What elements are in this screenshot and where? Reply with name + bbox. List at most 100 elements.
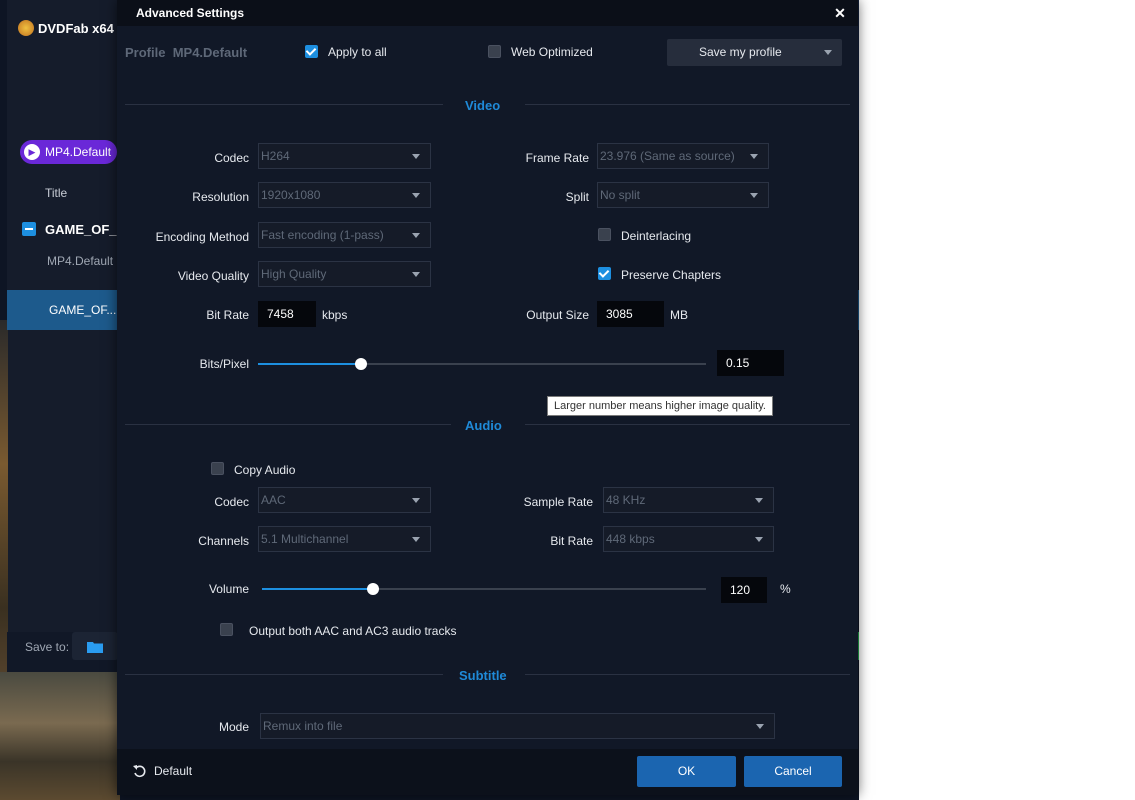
web-optimized-checkbox[interactable] (488, 45, 501, 58)
output-size-unit: MB (670, 308, 688, 322)
app-logo-text: DVDFab x64 1 (38, 20, 125, 36)
chevron-down-icon (824, 50, 832, 55)
subtitle-mode-select[interactable]: Remux into file (260, 713, 775, 739)
video-codec-label: Codec (214, 151, 249, 165)
subtitle-section-title: Subtitle (459, 668, 507, 683)
video-codec-value: H264 (261, 149, 290, 163)
app-side-panel (7, 0, 119, 672)
video-section-divider-right (525, 104, 850, 105)
audio-codec-value: AAC (261, 493, 286, 507)
deinterlacing-checkbox[interactable] (598, 228, 611, 241)
frame-rate-select[interactable]: 23.976 (Same as source) (597, 143, 769, 169)
video-bitrate-unit: kbps (322, 308, 348, 322)
video-section-divider-left (125, 104, 443, 105)
volume-unit: % (780, 582, 791, 596)
default-button[interactable]: Default (132, 764, 192, 778)
resolution-select[interactable]: 1920x1080 (258, 182, 431, 208)
chevron-down-icon (412, 272, 420, 277)
dialog-titlebar[interactable]: Advanced Settings ✕ (117, 0, 858, 26)
close-icon[interactable]: ✕ (832, 5, 848, 21)
app-logo: DVDFab x64 1 (18, 20, 125, 36)
subtitle-section-divider-right (525, 674, 850, 675)
cancel-button[interactable]: Cancel (744, 756, 842, 787)
channels-label: Channels (198, 534, 249, 548)
channels-select[interactable]: 5.1 Multichannel (258, 526, 431, 552)
volume-slider-handle[interactable] (367, 583, 379, 595)
audio-section-divider-left (125, 424, 451, 425)
volume-label: Volume (208, 582, 249, 596)
video-section-title: Video (465, 98, 501, 113)
resolution-value: 1920x1080 (261, 188, 321, 202)
audio-bitrate-value: 448 kbps (606, 532, 655, 546)
save-to-label: Save to: (25, 640, 70, 654)
subtitle-section-divider-left (125, 674, 443, 675)
bits-pixel-slider-handle[interactable] (355, 358, 367, 370)
split-value: No split (600, 188, 641, 202)
collapse-icon[interactable] (22, 222, 36, 236)
bits-pixel-label: Bits/Pixel (199, 357, 249, 371)
sample-rate-label: Sample Rate (523, 495, 593, 509)
copy-audio-label: Copy Audio (234, 463, 296, 477)
split-label: Split (565, 190, 589, 204)
audio-section-title: Audio (465, 418, 502, 433)
audio-codec-label: Codec (214, 495, 249, 509)
chevron-down-icon (750, 193, 758, 198)
output-both-label: Output both AAC and AC3 audio tracks (249, 624, 457, 638)
subtitle-mode-value: Remux into file (263, 719, 343, 733)
reset-icon (133, 765, 146, 778)
sample-rate-select[interactable]: 48 KHz (603, 487, 774, 513)
video-quality-label: Video Quality (177, 269, 249, 283)
profile-chip[interactable]: ▶ MP4.Default (20, 140, 117, 164)
frame-rate-label: Frame Rate (525, 151, 589, 165)
video-codec-select[interactable]: H264 (258, 143, 431, 169)
encoding-method-select[interactable]: Fast encoding (1-pass) (258, 222, 431, 248)
copy-audio-checkbox[interactable] (211, 462, 224, 475)
preserve-chapters-checkbox[interactable] (598, 267, 611, 280)
audio-codec-select[interactable]: AAC (258, 487, 431, 513)
chevron-down-icon (412, 154, 420, 159)
chevron-down-icon (755, 498, 763, 503)
volume-slider[interactable] (262, 583, 706, 595)
frame-rate-value: 23.976 (Same as source) (600, 149, 735, 163)
chevron-down-icon (750, 154, 758, 159)
ok-button[interactable]: OK (637, 756, 736, 787)
video-quality-value: High Quality (261, 267, 327, 281)
video-bitrate-label: Bit Rate (206, 308, 249, 322)
default-button-label: Default (154, 764, 193, 778)
selected-row-label: GAME_OF... (49, 303, 117, 317)
bits-pixel-slider[interactable] (258, 358, 706, 370)
chevron-down-icon (412, 233, 420, 238)
encoding-method-label: Encoding Method (155, 230, 249, 244)
bits-pixel-input[interactable]: 0.15 (717, 350, 784, 376)
split-select[interactable]: No split (597, 182, 769, 208)
profile-name: MP4.Default (172, 45, 248, 60)
folder-button[interactable] (72, 632, 118, 660)
save-profile-dropdown[interactable]: Save my profile (667, 39, 842, 66)
dialog-title: Advanced Settings (136, 6, 245, 20)
resolution-label: Resolution (192, 190, 249, 204)
encoding-method-value: Fast encoding (1-pass) (261, 228, 384, 242)
dvdfab-logo-icon (18, 20, 34, 36)
volume-input[interactable]: 120 (721, 577, 767, 603)
folder-icon (87, 641, 103, 653)
chevron-down-icon (412, 498, 420, 503)
chevron-down-icon (756, 724, 764, 729)
title-profile: MP4.Default (47, 254, 114, 268)
bits-pixel-slider-fill (258, 363, 361, 365)
subtitle-mode-label: Mode (218, 720, 249, 734)
output-size-input[interactable]: 3085 (597, 301, 664, 327)
deinterlacing-label: Deinterlacing (621, 229, 692, 243)
video-bitrate-input[interactable]: 7458 (258, 301, 316, 327)
apply-to-all-checkbox[interactable] (305, 45, 318, 58)
sample-rate-value: 48 KHz (606, 493, 646, 507)
advanced-settings-dialog: Advanced Settings ✕ Profile MP4.Default … (117, 0, 858, 795)
preserve-chapters-label: Preserve Chapters (621, 268, 722, 282)
audio-bitrate-select[interactable]: 448 kbps (603, 526, 774, 552)
chevron-down-icon (412, 537, 420, 542)
audio-bitrate-label: Bit Rate (550, 534, 593, 548)
video-quality-select[interactable]: High Quality (258, 261, 431, 287)
title-name: GAME_OF_ (45, 222, 117, 237)
channels-value: 5.1 Multichannel (261, 532, 349, 546)
output-both-checkbox[interactable] (220, 623, 233, 636)
background-photo-bottom (0, 672, 120, 800)
